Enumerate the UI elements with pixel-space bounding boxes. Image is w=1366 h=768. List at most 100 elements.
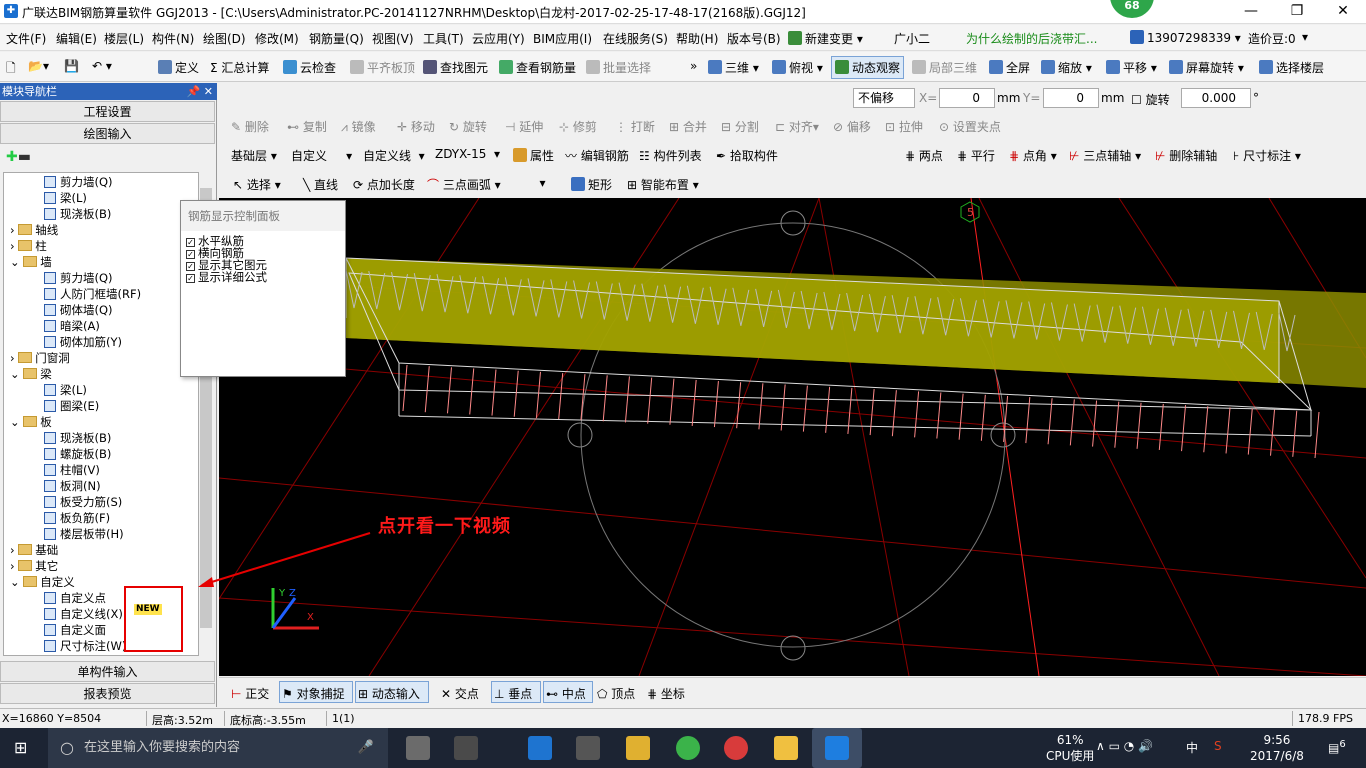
vertex-snap[interactable]: ⬠ 顶点 (597, 685, 635, 702)
properties-button[interactable]: 属性 (513, 147, 554, 164)
tree-folder[interactable]: › 门窗洞 (10, 351, 70, 366)
delete-button[interactable]: ✎ 删除 (231, 118, 269, 135)
show-formula-checkbox[interactable]: ✓ 显示详细公式 (186, 271, 267, 283)
dynamic-orbit-button[interactable]: 动态观察 (831, 56, 905, 79)
screen-rotate-button[interactable]: 屏幕旋转 ▾ (1169, 59, 1244, 76)
tree-item[interactable]: 螺旋板(B) (44, 447, 111, 462)
set-grip-button[interactable]: ⊙ 设置夹点 (939, 118, 1001, 135)
tree-folder[interactable]: ⌄ 自定义 (10, 575, 75, 590)
rotate-checkbox[interactable]: ☐ 旋转 (1131, 91, 1170, 108)
smart-layout-button[interactable]: ⊞ 智能布置 ▾ (627, 176, 699, 193)
app-icon-1[interactable] (454, 736, 478, 760)
glodon-taskbar-item[interactable] (812, 728, 862, 768)
menu-overflow[interactable]: ▾ (1302, 30, 1308, 44)
3d-view-button[interactable]: 三维 ▾ (708, 59, 759, 76)
tree-folder[interactable]: › 柱 (10, 239, 47, 254)
single-component-input-button[interactable]: 单构件输入 (0, 661, 215, 682)
edge-icon[interactable] (528, 736, 552, 760)
toolbar-overflow[interactable]: » (690, 59, 697, 73)
ortho-toggle[interactable]: ⊢ 正交 (231, 685, 269, 702)
tree-item[interactable]: 砌体加筋(Y) (44, 335, 122, 350)
tree-item[interactable]: 梁(L) (44, 191, 87, 206)
split-button[interactable]: ⊟ 分割 (721, 118, 759, 135)
pick-component-button[interactable]: ✒ 拾取构件 (716, 147, 778, 164)
menu-online[interactable]: 在线服务(S) (603, 30, 668, 47)
component-list-button[interactable]: ☷ 构件列表 (639, 147, 702, 164)
tree-item[interactable]: 人防门框墙(RF) (44, 287, 141, 302)
menu-edit[interactable]: 编辑(E) (56, 30, 97, 47)
tree-item[interactable]: 柱帽(V) (44, 463, 100, 478)
x-offset-input[interactable]: 0 (939, 88, 995, 108)
align-button[interactable]: ⊏ 对齐▾ (775, 118, 819, 135)
offset-mode-select[interactable]: 不偏移 (853, 88, 915, 108)
zoom-button[interactable]: 缩放 ▾ (1041, 59, 1092, 76)
tree-item[interactable]: 暗梁(A) (44, 319, 100, 334)
score-badge[interactable]: 68 (1110, 0, 1154, 18)
minimize-button[interactable]: — (1228, 0, 1274, 24)
menu-draw[interactable]: 绘图(D) (203, 30, 246, 47)
user-phone[interactable]: 13907298339 ▾ (1130, 30, 1241, 45)
tree-folder[interactable]: › 基础 (10, 543, 58, 558)
dynamic-input-toggle[interactable]: ⊞ 动态输入 (355, 681, 429, 703)
summary-calc-button[interactable]: Σ 汇总计算 (210, 59, 269, 76)
three-point-axis-button[interactable]: ⊬ 三点辅轴 ▾ (1069, 147, 1141, 164)
taskbar-search[interactable]: ○ 在这里输入你要搜索的内容 🎤 (48, 728, 388, 768)
project-settings-button[interactable]: 工程设置 (0, 101, 215, 122)
browser-360-icon[interactable] (676, 736, 700, 760)
object-snap-toggle[interactable]: ⚑ 对象捕捉 (279, 681, 353, 703)
break-button[interactable]: ⋮ 打断 (615, 118, 655, 135)
tree-folder[interactable]: ⌄ 墙 (10, 255, 52, 270)
line-tool[interactable]: ╲ 直线 (303, 176, 338, 193)
store-icon[interactable] (576, 736, 600, 760)
report-preview-button[interactable]: 报表预览 (0, 683, 215, 704)
tree-item[interactable]: 现浇板(B) (44, 431, 111, 446)
drawing-canvas[interactable]: 5 Y Z X (219, 198, 1366, 676)
explorer-icon[interactable] (626, 736, 650, 760)
align-slab-top-button[interactable]: 平齐板顶 (350, 59, 415, 76)
trim-button[interactable]: ⊹ 修剪 (559, 118, 597, 135)
offset-button[interactable]: ⊘ 偏移 (833, 118, 871, 135)
clock[interactable]: 9:56 2017/6/8 (1250, 732, 1304, 764)
tree-folder[interactable]: ⌄ 板 (10, 415, 52, 430)
assistant-link[interactable]: 广小二 (894, 30, 930, 47)
define-button[interactable]: 定义 (158, 59, 199, 76)
perpendicular-snap[interactable]: ⊥ 垂点 (491, 681, 541, 703)
open-file-icon[interactable]: 📂▾ (28, 59, 49, 73)
tree-item[interactable]: 圈梁(E) (44, 399, 99, 414)
edit-rebar-button[interactable]: 〰 编辑钢筋 (565, 147, 629, 164)
rotate-button[interactable]: ↻ 旋转 (449, 118, 487, 135)
arc-option-select[interactable]: ▾ (509, 176, 546, 190)
tree-item[interactable]: 剪力墙(Q) (44, 175, 113, 190)
tree-item[interactable]: 砌体墙(Q) (44, 303, 113, 318)
rectangle-tool[interactable]: 矩形 (571, 176, 612, 193)
tree-item[interactable]: 现浇板(B) (44, 207, 111, 222)
save-icon[interactable]: 💾 (64, 59, 79, 73)
tree-item[interactable]: 梁(L) (44, 383, 87, 398)
point-angle-axis-button[interactable]: ⋕ 点角 ▾ (1009, 147, 1057, 164)
notification-center-icon[interactable]: ▤6 (1328, 739, 1346, 755)
menu-bim[interactable]: BIM应用(I) (533, 30, 592, 47)
delete-axis-button[interactable]: ⊬ 删除辅轴 (1155, 147, 1217, 164)
drawing-input-button[interactable]: 绘图输入 (0, 123, 215, 144)
tree-item[interactable]: 板受力筋(S) (44, 495, 122, 510)
parallel-axis-button[interactable]: ⋕ 平行 (957, 147, 995, 164)
mirror-button[interactable]: ⩘ 镜像 (341, 118, 376, 135)
maximize-button[interactable]: ❐ (1274, 0, 1320, 24)
pin-close-icons[interactable]: 📌 ✕ (187, 83, 213, 100)
dimension-button[interactable]: ⊦ 尺寸标注 ▾ (1233, 147, 1301, 164)
merge-button[interactable]: ⊞ 合并 (669, 118, 707, 135)
tree-item[interactable]: 板负筋(F) (44, 511, 110, 526)
menu-modify[interactable]: 修改(M) (255, 30, 299, 47)
fullscreen-button[interactable]: 全屏 (989, 59, 1030, 76)
two-point-axis-button[interactable]: ⋕ 两点 (905, 147, 943, 164)
menu-component[interactable]: 构件(N) (152, 30, 194, 47)
component-select[interactable]: ZDYX-15 ▾ (435, 147, 500, 161)
extend-button[interactable]: ⊣ 延伸 (505, 118, 543, 135)
intersection-snap[interactable]: ✕ 交点 (441, 685, 479, 702)
tree-item[interactable]: 尺寸标注(W) (44, 639, 126, 654)
windows-start-icon[interactable]: ⊞ (14, 738, 27, 757)
cloud-check-button[interactable]: 云检查 (283, 59, 336, 76)
three-point-arc-tool[interactable]: ⌒ 三点画弧 ▾ (427, 176, 501, 193)
new-change-menu[interactable]: 新建变更 ▾ (788, 30, 863, 47)
task-view-icon[interactable] (406, 736, 430, 760)
